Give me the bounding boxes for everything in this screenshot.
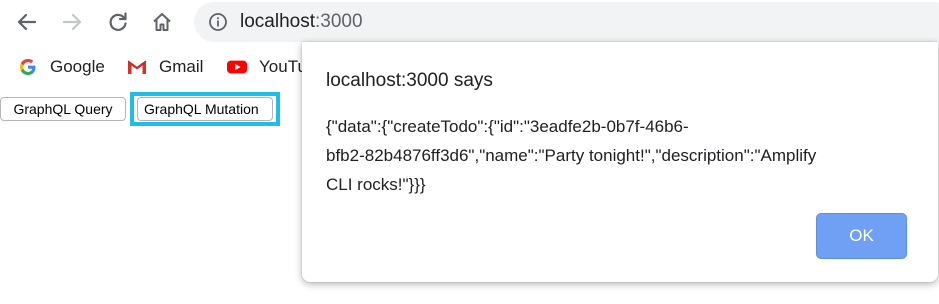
browser-toolbar: localhost:3000 [0, 0, 939, 44]
back-arrow-icon[interactable] [12, 7, 42, 37]
info-icon[interactable] [208, 12, 228, 32]
bookmark-label: YouTu [259, 57, 307, 76]
bookmark-label: Google [50, 57, 105, 76]
dialog-message: {"data":{"createTodo":{"id":"3eadfe2b-0b… [326, 112, 886, 199]
url-host: localhost [240, 11, 315, 32]
graphql-mutation-button[interactable]: GraphQL Mutation [137, 97, 273, 121]
bookmark-youtube[interactable]: YouTu [227, 56, 307, 78]
address-bar[interactable]: localhost:3000 [194, 2, 939, 42]
dialog-title: localhost:3000 says [326, 70, 493, 91]
dialog-message-line: CLI rocks!"}}} [326, 175, 426, 194]
ok-button[interactable]: OK [816, 213, 907, 259]
reload-icon[interactable] [103, 7, 133, 37]
dialog-message-line: bfb2-82b4876ff3d6","name":"Party tonight… [326, 146, 817, 165]
gmail-icon [127, 57, 147, 77]
bookmark-label: Gmail [159, 57, 204, 76]
graphql-query-button[interactable]: GraphQL Query [0, 97, 126, 121]
home-icon[interactable] [147, 7, 177, 37]
address-bar-url: localhost:3000 [240, 11, 363, 33]
bookmark-gmail[interactable]: Gmail [127, 56, 203, 78]
mutation-highlight-box: GraphQL Mutation [130, 92, 280, 126]
forward-arrow-icon[interactable] [57, 7, 87, 37]
bookmark-google[interactable]: Google [18, 56, 105, 78]
dialog-message-line: {"data":{"createTodo":{"id":"3eadfe2b-0b… [326, 117, 689, 136]
browser-window: localhost:3000 Google Gmail YouTu GraphQ… [0, 0, 939, 304]
url-port: :3000 [315, 11, 363, 32]
google-icon [18, 57, 38, 77]
alert-dialog: localhost:3000 says {"data":{"createTodo… [302, 42, 938, 282]
youtube-icon [227, 57, 247, 77]
